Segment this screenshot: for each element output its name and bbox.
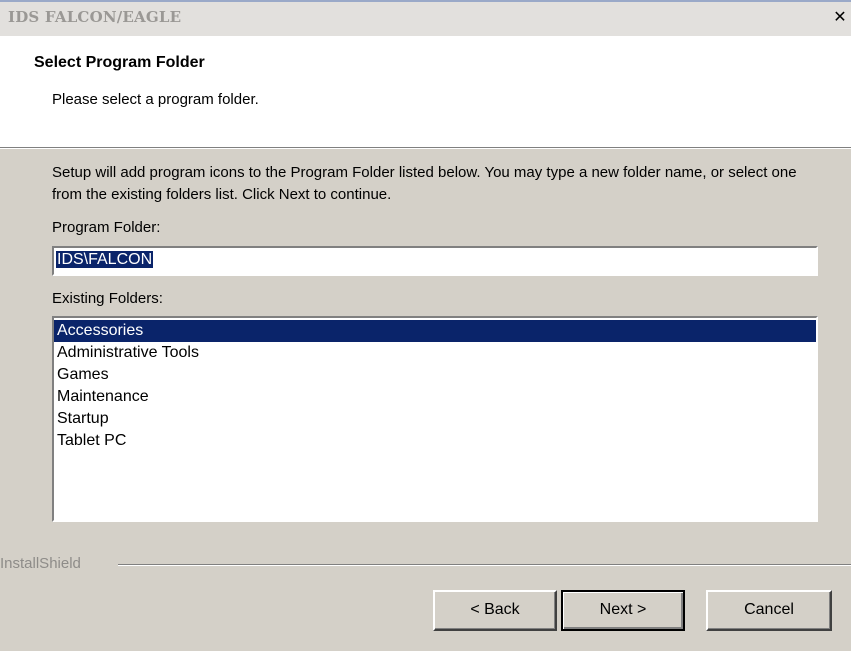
wizard-header: Select Program Folder Please select a pr… xyxy=(0,36,851,148)
next-button[interactable]: Next > xyxy=(561,590,685,631)
program-folder-label: Program Folder: xyxy=(52,219,161,236)
header-divider xyxy=(0,148,851,149)
page-title: Select Program Folder xyxy=(34,54,205,71)
list-item[interactable]: Administrative Tools xyxy=(54,342,816,364)
list-item[interactable]: Tablet PC xyxy=(54,430,816,452)
program-folder-input[interactable]: IDS\FALCON xyxy=(52,246,818,276)
back-button[interactable]: < Back xyxy=(433,590,557,631)
title-bar: IDS FALCON/EAGLE ✕ xyxy=(0,0,851,36)
existing-folders-label: Existing Folders: xyxy=(52,290,163,307)
footer-divider xyxy=(118,564,851,566)
instructions-text: Setup will add program icons to the Prog… xyxy=(52,164,797,203)
cancel-button[interactable]: Cancel xyxy=(706,590,832,631)
existing-folders-list[interactable]: Accessories Administrative Tools Games Main… xyxy=(52,316,818,522)
list-item[interactable]: Accessories xyxy=(54,320,816,342)
window-title: IDS FALCON/EAGLE xyxy=(8,8,182,26)
list-item[interactable]: Startup xyxy=(54,408,816,430)
list-item[interactable]: Games xyxy=(54,364,816,386)
installshield-branding: InstallShield xyxy=(0,555,851,575)
close-icon[interactable]: ✕ xyxy=(831,7,849,27)
installshield-label: InstallShield xyxy=(0,555,87,572)
list-item[interactable]: Maintenance xyxy=(54,386,816,408)
program-folder-value: IDS\FALCON xyxy=(56,251,154,268)
page-subtitle: Please select a program folder. xyxy=(52,91,259,108)
